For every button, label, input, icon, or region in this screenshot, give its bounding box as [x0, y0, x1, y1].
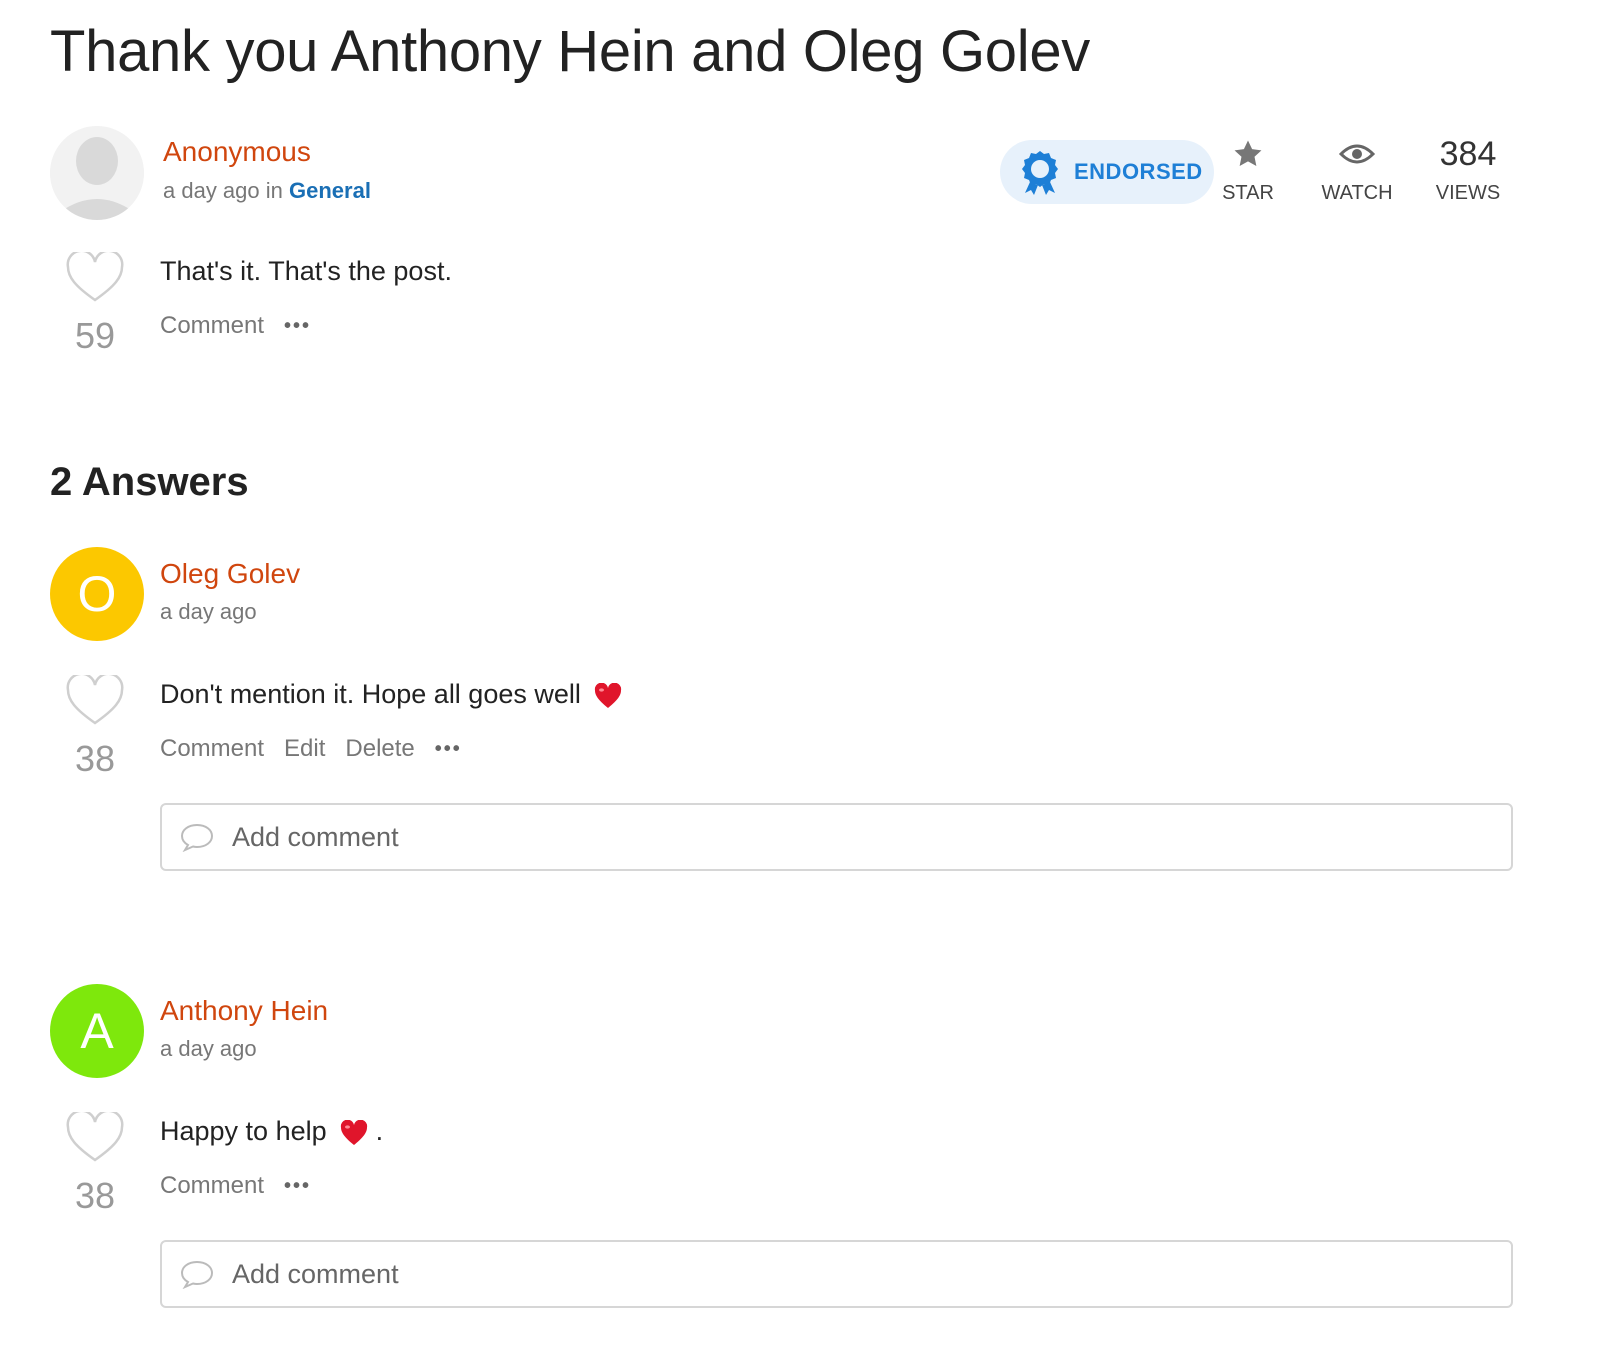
- question-actions: Comment •••: [160, 312, 311, 340]
- star-button[interactable]: STAR: [1210, 130, 1286, 205]
- more-options-button[interactable]: •••: [435, 738, 462, 761]
- comment-button[interactable]: Comment: [160, 312, 264, 340]
- views-stat: 384 VIEWS: [1426, 130, 1510, 205]
- heart-outline-icon[interactable]: [65, 1109, 125, 1164]
- like-count: 59: [74, 315, 116, 356]
- endorsed-badge: ENDORSED: [1000, 140, 1214, 204]
- answer-text-suffix: .: [375, 1116, 384, 1146]
- question-author[interactable]: Anonymous: [163, 136, 311, 168]
- answer-actions: Comment •••: [160, 1172, 311, 1200]
- anonymous-avatar: [50, 126, 144, 220]
- answer-time: a day ago: [160, 1036, 257, 1061]
- heart-outline-icon[interactable]: [65, 249, 125, 304]
- star-icon: [1234, 140, 1262, 167]
- question-body: That's it. That's the post.: [160, 256, 452, 286]
- answer-actions: Comment Edit Delete •••: [160, 735, 462, 763]
- heart-emoji-icon: [595, 682, 622, 708]
- answer-text: Happy to help: [160, 1116, 327, 1146]
- comment-button[interactable]: Comment: [160, 1172, 264, 1200]
- answers-heading: 2 Answers: [50, 460, 249, 504]
- answer-avatar: O: [50, 547, 144, 641]
- answer-avatar: A: [50, 984, 144, 1078]
- speech-bubble-icon: [180, 823, 214, 852]
- answer-like: 38: [45, 1109, 145, 1217]
- answer-body: Don't mention it. Hope all goes well: [160, 679, 622, 710]
- question-like: 59: [45, 249, 145, 357]
- views-count: 384: [1439, 135, 1497, 173]
- answer-author[interactable]: Oleg Golev: [160, 558, 300, 590]
- question-header: Anonymous a day ago in General ENDORSED …: [50, 126, 1550, 222]
- category-link[interactable]: General: [289, 178, 371, 203]
- comment-button[interactable]: Comment: [160, 735, 264, 763]
- anonymous-user-icon: [50, 126, 144, 220]
- award-ribbon-icon: [1022, 151, 1058, 195]
- heart-emoji-icon: [341, 1119, 368, 1145]
- add-comment-placeholder: Add comment: [232, 821, 399, 852]
- question-time: a day ago: [163, 178, 260, 203]
- add-comment-placeholder: Add comment: [232, 1258, 399, 1289]
- answer-text: Don't mention it. Hope all goes well: [160, 679, 581, 709]
- answer-author[interactable]: Anthony Hein: [160, 995, 328, 1027]
- views-label: VIEWS: [1435, 182, 1501, 204]
- question-meta: a day ago in General: [163, 178, 371, 204]
- add-comment-input[interactable]: Add comment: [160, 803, 1513, 871]
- eye-icon: [1339, 144, 1375, 164]
- speech-bubble-icon: [180, 1260, 214, 1289]
- edit-button[interactable]: Edit: [284, 735, 325, 763]
- answer-time: a day ago: [160, 599, 257, 624]
- answer-body: Happy to help .: [160, 1116, 383, 1147]
- like-count: 38: [74, 738, 116, 779]
- star-label: STAR: [1222, 182, 1274, 204]
- heart-outline-icon[interactable]: [65, 672, 125, 727]
- delete-button[interactable]: Delete: [345, 735, 414, 763]
- page-title: Thank you Anthony Hein and Oleg Golev: [50, 19, 1091, 84]
- endorsed-label: ENDORSED: [1074, 159, 1203, 184]
- watch-button[interactable]: WATCH: [1312, 130, 1402, 205]
- in-word: in: [265, 178, 283, 203]
- add-comment-input[interactable]: Add comment: [160, 1240, 1513, 1308]
- like-count: 38: [74, 1175, 116, 1216]
- answer-like: 38: [45, 672, 145, 780]
- more-options-button[interactable]: •••: [284, 1175, 311, 1198]
- more-options-button[interactable]: •••: [284, 315, 311, 338]
- watch-label: WATCH: [1321, 182, 1393, 204]
